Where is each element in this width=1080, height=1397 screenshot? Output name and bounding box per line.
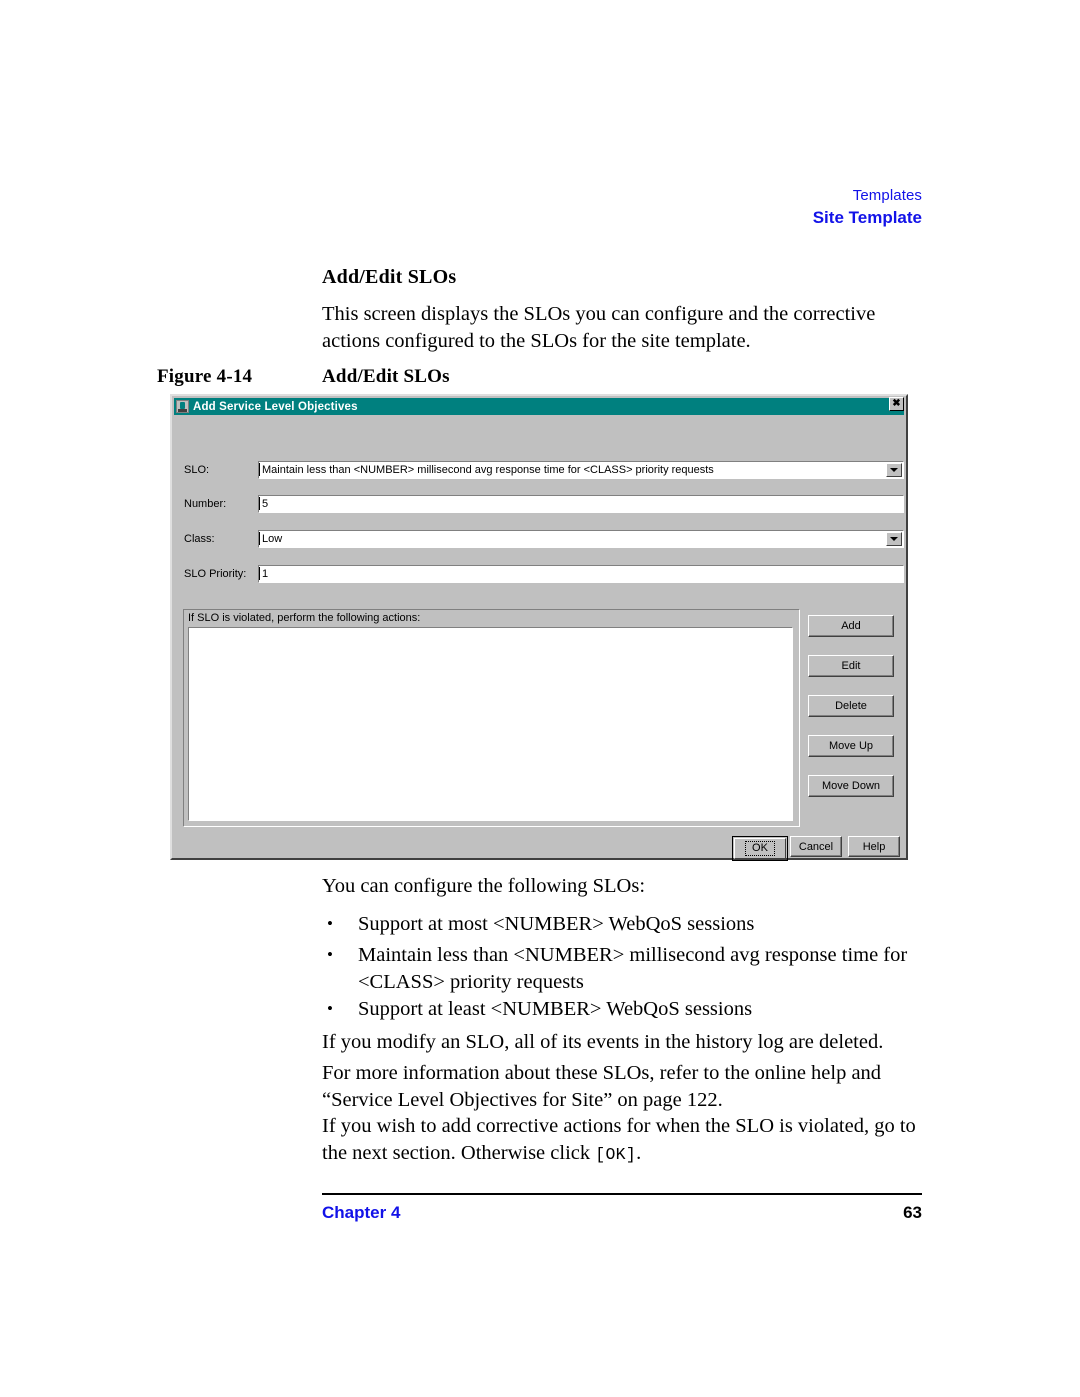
close-icon[interactable]: ✖ — [889, 397, 904, 411]
dialog-title: Add Service Level Objectives — [193, 400, 358, 413]
dialog-body: SLO: Maintain less than <NUMBER> millise… — [174, 415, 904, 861]
ok-button-label: OK — [745, 841, 775, 856]
bullet-icon: • — [327, 945, 333, 964]
field-row-class: Class: Low — [174, 530, 904, 548]
application-icon — [176, 400, 189, 413]
running-header-subsection: Site Template — [812, 208, 922, 227]
page-running-header: Templates Site Template — [0, 186, 922, 229]
dialog-titlebar: Add Service Level Objectives — [174, 398, 904, 415]
help-button-label: Help — [862, 840, 886, 853]
list-item-text: Support at most <NUMBER> WebQoS sessions — [358, 913, 755, 935]
field-row-number: Number: 5 — [174, 495, 904, 513]
move-up-button[interactable]: Move Up — [808, 735, 894, 757]
class-value: Low — [259, 532, 282, 545]
corrective-text-after: . — [636, 1141, 642, 1164]
delete-button[interactable]: Delete — [808, 695, 894, 717]
cancel-button-label: Cancel — [798, 840, 834, 853]
add-button-label: Add — [841, 620, 861, 632]
move-down-button[interactable]: Move Down — [808, 775, 894, 797]
class-label: Class: — [184, 533, 215, 545]
number-input[interactable]: 5 — [258, 495, 904, 513]
footer-page-number: 63 — [903, 1203, 922, 1222]
move-down-button-label: Move Down — [821, 780, 881, 792]
figure-number: Figure 4-14 — [157, 366, 253, 387]
slo-value: Maintain less than <NUMBER> millisecond … — [259, 463, 714, 476]
lead-in-paragraph: You can configure the following SLOs: — [322, 875, 646, 897]
ok-inline-code: [OK] — [595, 1144, 637, 1164]
class-combobox[interactable]: Low — [258, 530, 904, 548]
slo-combobox[interactable]: Maintain less than <NUMBER> millisecond … — [258, 461, 904, 479]
close-glyph: ✖ — [892, 398, 901, 409]
edit-button-label: Edit — [841, 660, 861, 672]
number-label: Number: — [184, 498, 227, 510]
chevron-down-icon[interactable] — [886, 532, 902, 546]
field-row-slo: SLO: Maintain less than <NUMBER> millise… — [174, 461, 904, 479]
move-up-button-label: Move Up — [828, 740, 874, 752]
slo-priority-label: SLO Priority: — [184, 568, 247, 580]
page-title: Add/Edit SLOs — [322, 266, 457, 288]
chevron-down-icon[interactable] — [886, 463, 902, 477]
field-row-slo-priority: SLO Priority: 1 — [174, 565, 904, 583]
add-button[interactable]: Add — [808, 615, 894, 637]
footer-divider — [322, 1193, 922, 1195]
edit-button[interactable]: Edit — [808, 655, 894, 677]
slo-priority-value: 1 — [259, 567, 268, 580]
cancel-button[interactable]: Cancel — [790, 836, 842, 857]
figure-title: Add/Edit SLOs — [322, 366, 450, 387]
modify-slo-paragraph: If you modify an SLO, all of its events … — [322, 1031, 884, 1053]
list-item: • Maintain less than <NUMBER> millisecon… — [322, 942, 922, 995]
corrective-actions-group: If SLO is violated, perform the followin… — [183, 609, 800, 827]
number-value: 5 — [259, 497, 268, 510]
corrective-actions-label: If SLO is violated, perform the followin… — [188, 612, 421, 624]
running-header-section: Templates — [852, 187, 922, 204]
list-item: • Support at most <NUMBER> WebQoS sessio… — [322, 911, 922, 938]
slo-label: SLO: — [184, 464, 210, 476]
more-information-paragraph: For more information about these SLOs, r… — [322, 1062, 882, 1111]
intro-paragraph: This screen displays the SLOs you can co… — [322, 303, 876, 352]
slo-priority-input[interactable]: 1 — [258, 565, 904, 583]
figure-caption-row: Figure 4-14 Add/Edit SLOs — [157, 366, 927, 388]
list-item-text: Maintain less than <NUMBER> millisecond … — [358, 944, 908, 993]
corrective-actions-paragraph: If you wish to add corrective actions fo… — [322, 1113, 922, 1168]
list-item: • Support at least <NUMBER> WebQoS sessi… — [322, 996, 922, 1023]
corrective-actions-listbox[interactable] — [188, 627, 793, 821]
bullet-icon: • — [327, 999, 333, 1018]
ok-button[interactable]: OK — [732, 836, 788, 861]
bullet-icon: • — [327, 914, 333, 933]
delete-button-label: Delete — [835, 700, 867, 712]
help-button[interactable]: Help — [848, 836, 900, 857]
add-service-level-objectives-dialog: Add Service Level Objectives ✖ SLO: Main… — [170, 394, 908, 861]
list-item-text: Support at least <NUMBER> WebQoS session… — [358, 998, 753, 1020]
